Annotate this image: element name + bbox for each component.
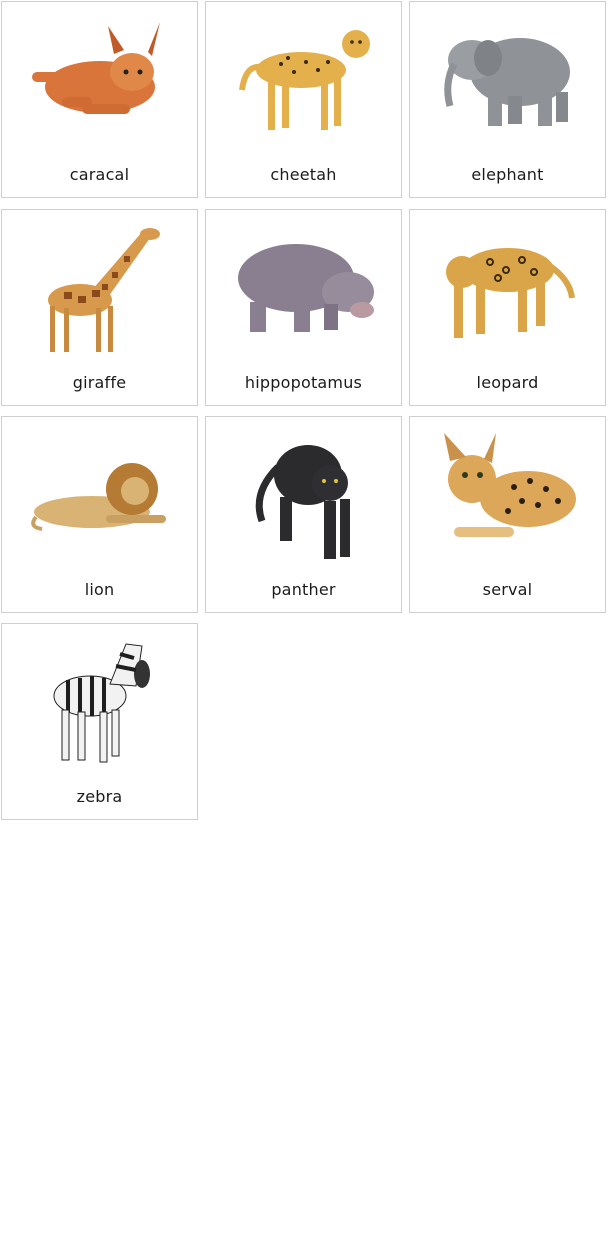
card-label: serval [482,580,533,599]
card-label: elephant [471,165,544,184]
card-leopard: leopard [409,209,606,406]
hippopotamus-icon [238,244,374,332]
leopard-icon [446,248,575,338]
card-hippopotamus: hippopotamus [205,209,402,406]
card-panther: panther [205,416,402,613]
serval-icon [444,433,576,537]
card-label: caracal [69,165,130,184]
card-cheetah: cheetah [205,1,402,198]
card-caracal: caracal [1,1,198,198]
card-label: panther [271,580,336,599]
elephant-icon [444,38,570,126]
panther-icon [255,445,350,559]
card-giraffe: giraffe [1,209,198,406]
card-elephant: elephant [409,1,606,198]
card-serval: serval [409,416,606,613]
card-label: zebra [76,787,123,806]
card-label: leopard [476,373,539,392]
card-label: lion [84,580,115,599]
cheetah-icon [239,30,370,130]
card-zebra: zebra [1,623,198,820]
card-label: cheetah [270,165,337,184]
caracal-icon [32,22,160,114]
giraffe-icon [48,228,160,352]
card-lion: lion [1,416,198,613]
card-label: hippopotamus [244,373,363,392]
zebra-icon [53,643,150,763]
card-label: giraffe [72,373,127,392]
lion-icon [31,463,166,531]
